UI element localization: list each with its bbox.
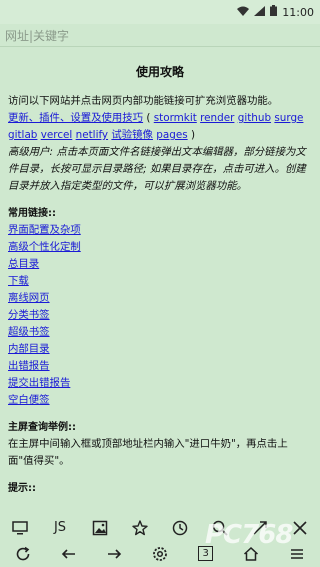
link-submit-error-report[interactable]: 提交出错报告 xyxy=(8,375,70,392)
clock-icon[interactable] xyxy=(166,516,194,540)
signal-icon xyxy=(254,5,266,19)
link-ui-config[interactable]: 界面配置及杂项 xyxy=(8,222,81,239)
clock-time: 11:00 xyxy=(282,5,314,19)
link-blank-note[interactable]: 空白便签 xyxy=(8,392,50,409)
status-bar: 11:00 xyxy=(0,0,320,24)
link-internal-dirs[interactable]: 内部目录 xyxy=(8,341,50,358)
share-icon[interactable] xyxy=(246,516,274,540)
link-advanced-custom[interactable]: 高级个性化定制 xyxy=(8,239,81,256)
battery-icon xyxy=(270,5,278,19)
link-stormkit[interactable]: stormkit xyxy=(154,112,197,124)
page-content: 使用攻略 访问以下网站并点击网页内部功能链接可扩充浏览器功能。 更新、插件、设置… xyxy=(0,47,320,513)
link-github[interactable]: github xyxy=(238,112,271,124)
paren-open: ( xyxy=(146,112,154,124)
common-links-title: 常用链接:: xyxy=(8,208,56,219)
advanced-note: 高级用户: 点击本页面文件名链接弹出文本编辑器，部分链接为文件目录，长按可显示目… xyxy=(8,146,306,192)
js-button[interactable]: JS xyxy=(46,516,74,540)
close-icon[interactable] xyxy=(286,516,314,540)
address-placeholder: 网址|关键字 xyxy=(5,29,70,43)
refresh-icon[interactable] xyxy=(9,542,37,566)
link-vercel[interactable]: vercel xyxy=(41,129,73,141)
toolbar-bottom: 3 xyxy=(0,540,320,567)
link-super-bookmarks[interactable]: 超级书签 xyxy=(8,324,50,341)
menu-icon[interactable] xyxy=(283,542,311,566)
image-icon[interactable] xyxy=(86,516,114,540)
tips-title: 提示:: xyxy=(8,483,36,494)
link-pages[interactable]: pages xyxy=(156,129,187,141)
link-error-report[interactable]: 出错报告 xyxy=(8,358,50,375)
link-gitlab[interactable]: gitlab xyxy=(8,129,37,141)
address-input[interactable]: 网址|关键字 xyxy=(0,24,320,47)
link-netlify[interactable]: netlify xyxy=(76,129,108,141)
search-icon[interactable] xyxy=(206,516,234,540)
gear-icon[interactable] xyxy=(146,542,174,566)
link-surge[interactable]: surge xyxy=(274,112,303,124)
site-links: 更新、插件、设置及使用技巧 ( stormkit render github s… xyxy=(8,110,312,144)
toolbar-top: JS xyxy=(0,514,320,541)
link-tips[interactable]: 更新、插件、设置及使用技巧 xyxy=(8,112,143,124)
tabs-count-button[interactable]: 3 xyxy=(192,542,220,566)
common-links-list: 界面配置及杂项 高级个性化定制 总目录 下载 离线网页 分类书签 超级书签 内部… xyxy=(8,222,312,409)
back-icon[interactable] xyxy=(55,542,83,566)
link-category-bookmarks[interactable]: 分类书签 xyxy=(8,307,50,324)
star-icon[interactable] xyxy=(126,516,154,540)
link-offline-pages[interactable]: 离线网页 xyxy=(8,290,50,307)
page-title: 使用攻略 xyxy=(135,65,184,79)
paren-close: ) xyxy=(190,129,196,141)
desktop-icon[interactable] xyxy=(6,516,34,540)
intro-text: 访问以下网站并点击网页内部功能链接可扩充浏览器功能。 xyxy=(8,95,279,107)
link-all-dirs[interactable]: 总目录 xyxy=(8,256,39,273)
wifi-icon xyxy=(237,6,250,19)
faq-text: 在主屏中间输入框或顶部地址栏内输入"进口牛奶"，再点击上面"值得买"。 xyxy=(8,438,288,467)
link-mirror[interactable]: 试验镜像 xyxy=(111,129,153,141)
link-download[interactable]: 下载 xyxy=(8,273,29,290)
tabs-count: 3 xyxy=(198,546,213,561)
link-render[interactable]: render xyxy=(200,112,234,124)
home-icon[interactable] xyxy=(237,542,265,566)
forward-icon[interactable] xyxy=(100,542,128,566)
faq-title: 主屏查询举例:: xyxy=(8,422,76,433)
